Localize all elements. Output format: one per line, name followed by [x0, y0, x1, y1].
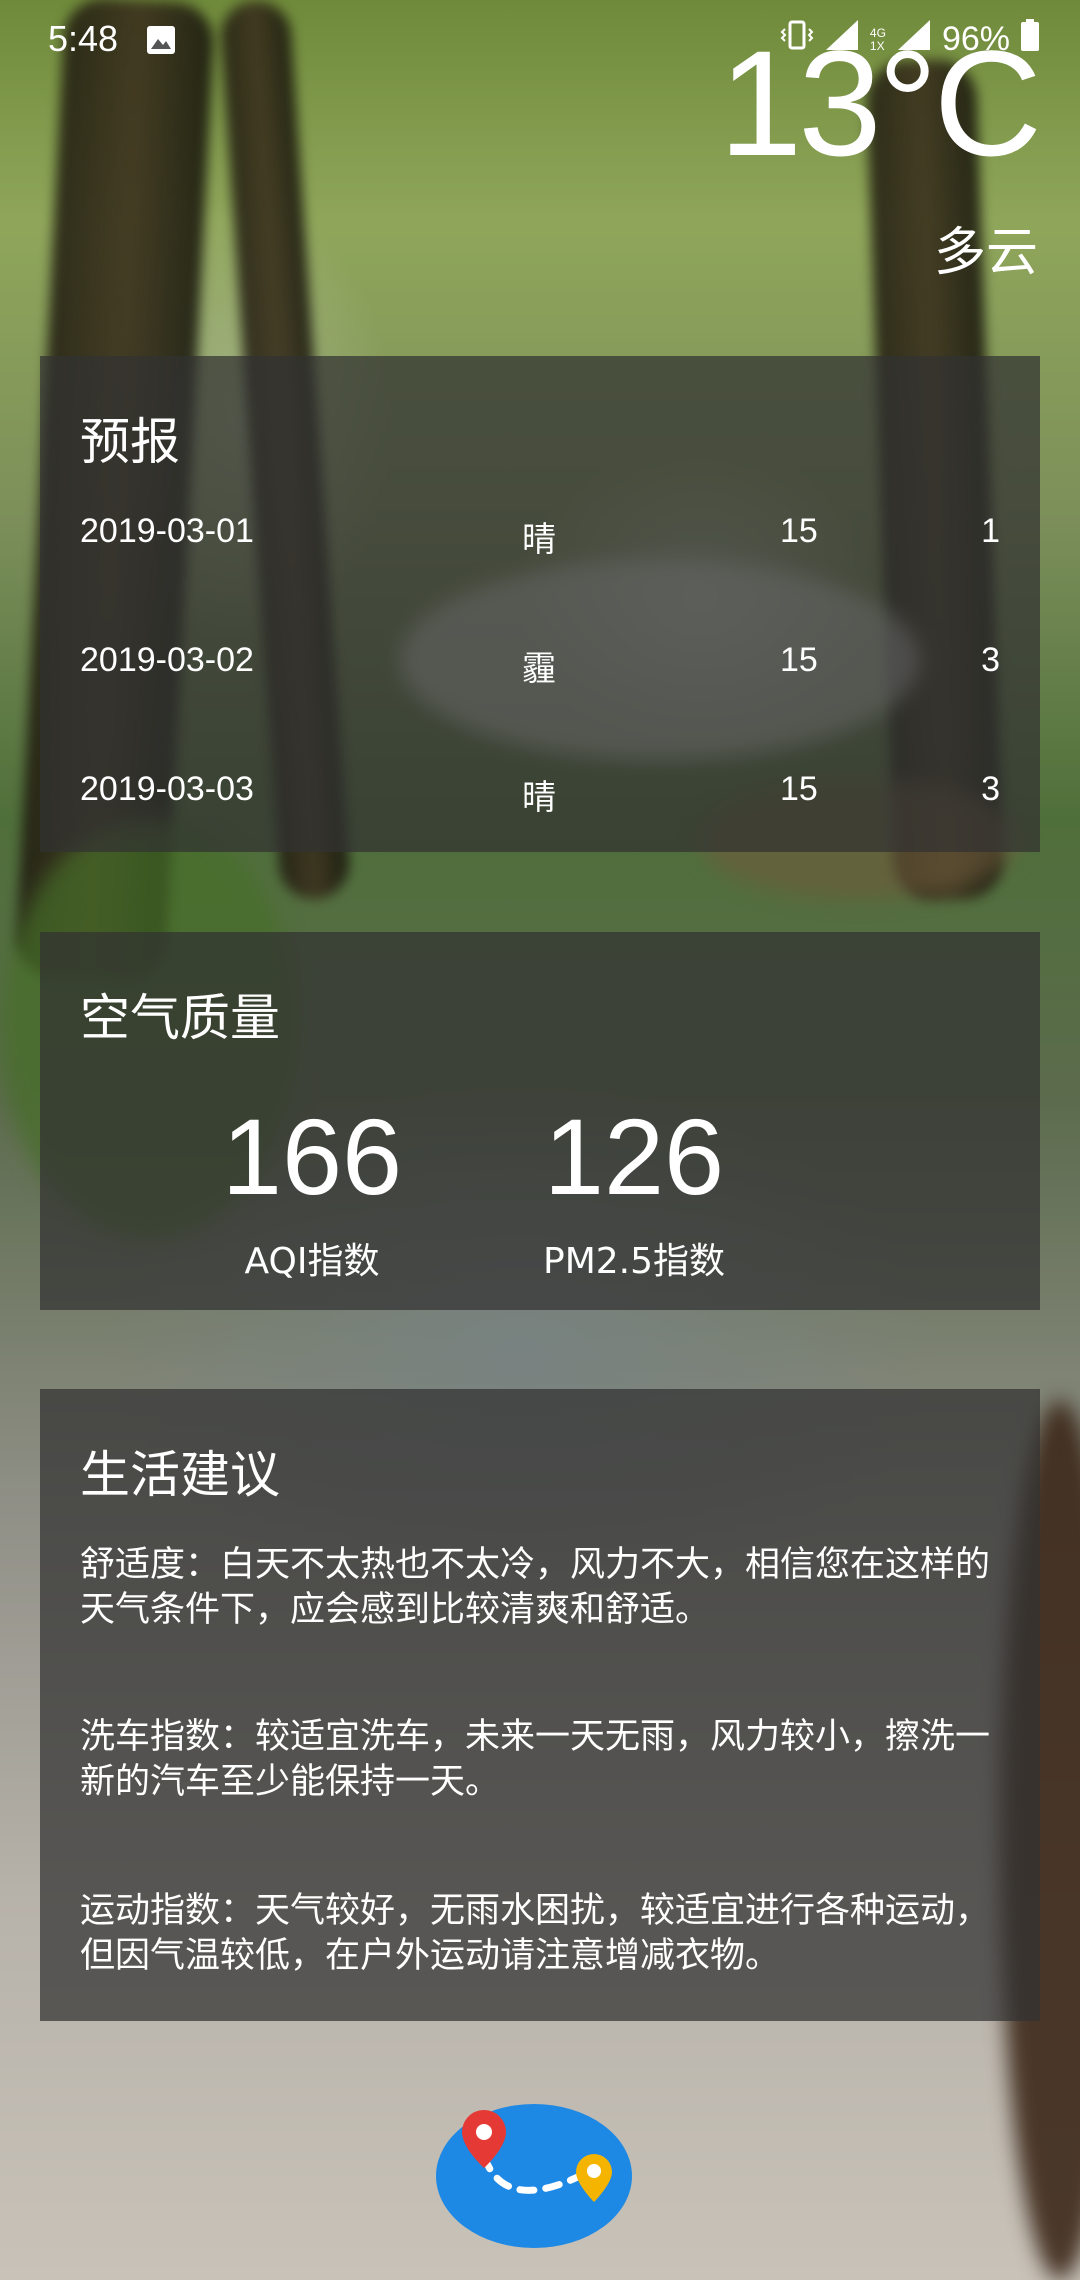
image-icon — [146, 24, 176, 54]
forecast-date: 2019-03-03 — [80, 770, 254, 808]
status-time: 5:48 — [48, 18, 119, 59]
car-wash-advice: 洗车指数：较适宜洗车，未来一天无雨，风力较小，擦洗一新的汽车至少能保持一天。 — [80, 1717, 991, 1802]
forecast-min-temp: 1 — [981, 512, 1000, 550]
sport-advice: 运动指数：天气较好，无雨水困扰，较适宜进行各种运动，但因气温较低，在户外运动请注… — [80, 1891, 991, 1976]
suggestion-card: 生活建议 舒适度：白天不太热也不太冷，风力不大，相信您在这样的天气条件下，应会感… — [40, 1389, 1040, 2021]
forecast-max-temp: 15 — [780, 641, 818, 679]
forecast-max-temp: 15 — [780, 770, 818, 808]
comfort-advice: 舒适度：白天不太热也不太冷，风力不大，相信您在这样的天气条件下，应会感到比较清爽… — [80, 1545, 991, 1630]
pm25-label: PM2.5指数 — [542, 1241, 726, 1282]
pm25-value: 126 — [543, 1096, 725, 1217]
forecast-weather: 晴 — [522, 520, 556, 560]
forecast-row: 2019-03-01 晴 15 1 — [80, 512, 1000, 572]
forecast-weather: 霾 — [522, 649, 556, 689]
air-quality-title: 空气质量 — [80, 989, 280, 1047]
forecast-weather: 晴 — [522, 778, 556, 818]
current-temperature: 13°C — [718, 19, 1042, 187]
forecast-min-temp: 3 — [981, 770, 1000, 808]
forecast-date: 2019-03-01 — [80, 512, 254, 550]
air-quality-card: 空气质量 166 AQI指数 126 PM2.5指数 — [40, 932, 1040, 1310]
weather-screen: 5:48 4G 1X 96% 13°C 多云 预报 2019-03-01 晴 1… — [0, 0, 1080, 2280]
map-route-button[interactable] — [434, 2104, 634, 2250]
aqi-label: AQI指数 — [244, 1241, 380, 1282]
forecast-row: 2019-03-03 晴 15 3 — [80, 770, 1000, 830]
forecast-date: 2019-03-02 — [80, 641, 254, 679]
forecast-max-temp: 15 — [780, 512, 818, 550]
aqi-value: 166 — [221, 1096, 403, 1217]
suggestion-title: 生活建议 — [80, 1446, 280, 1504]
forecast-card: 预报 2019-03-01 晴 15 1 2019-03-02 霾 15 3 2… — [40, 356, 1040, 852]
forecast-row: 2019-03-02 霾 15 3 — [80, 641, 1000, 701]
forecast-title: 预报 — [80, 413, 180, 471]
current-condition: 多云 — [933, 223, 1038, 283]
forecast-min-temp: 3 — [981, 641, 1000, 679]
map-route-icon — [436, 2104, 632, 2248]
